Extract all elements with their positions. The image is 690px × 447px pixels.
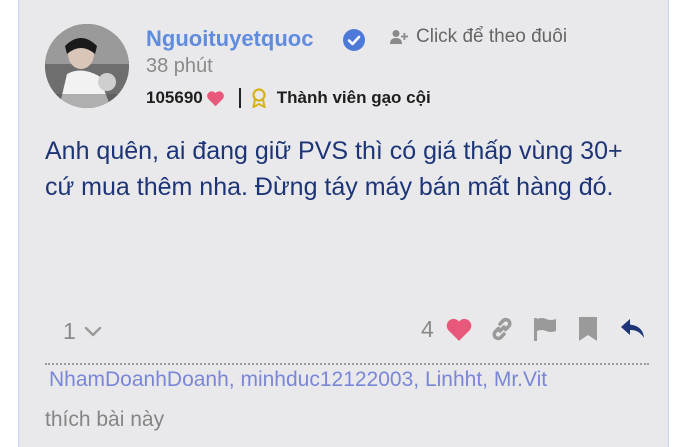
liker-link[interactable]: Mr.Vit <box>494 368 547 391</box>
post-actions: 4 <box>421 315 647 343</box>
likers-list: NhamDoanhDoanh, minhduc12122003, Linhht,… <box>49 368 548 391</box>
post-time[interactable]: 38 phút <box>146 55 213 78</box>
meta-separator <box>238 88 241 108</box>
heart-icon <box>206 90 224 106</box>
verified-check-icon <box>343 29 365 51</box>
username[interactable]: Nguoituyetquoc <box>146 26 313 52</box>
add-user-icon <box>390 30 408 44</box>
likers-suffix: thích bài này <box>45 408 165 431</box>
follow-label: Click để theo đuôi <box>416 26 568 47</box>
follow-button[interactable]: Click để theo đuôi <box>390 26 567 48</box>
avatar[interactable] <box>45 24 129 108</box>
liker-link[interactable]: Linhht <box>425 368 482 391</box>
rank-label: Thành viên gạo cội <box>276 88 431 107</box>
likes-divider <box>45 363 649 365</box>
flag-icon[interactable] <box>531 315 559 343</box>
chevron-down-icon <box>84 326 101 336</box>
link-icon[interactable] <box>488 315 516 343</box>
award-badge-icon <box>252 88 266 108</box>
liker-link[interactable]: NhamDoanhDoanh <box>49 368 229 391</box>
like-count[interactable]: 4 <box>421 316 434 343</box>
reply-icon[interactable] <box>619 316 647 342</box>
replies-toggle[interactable]: 1 <box>63 318 102 345</box>
post-card: Nguoituyetquoc Click để theo đuôi 38 phú… <box>18 0 669 447</box>
bookmark-icon[interactable] <box>576 315 600 343</box>
points-count: 105690 <box>146 88 203 107</box>
user-meta: 105690 Thành viên gạo cội <box>146 88 431 108</box>
post-body: Anh quên, ai đang giữ PVS thì có giá thấ… <box>45 137 623 201</box>
liker-link[interactable]: minhduc12122003 <box>240 368 413 391</box>
heart-icon[interactable] <box>445 317 473 342</box>
reply-count: 1 <box>63 318 76 344</box>
